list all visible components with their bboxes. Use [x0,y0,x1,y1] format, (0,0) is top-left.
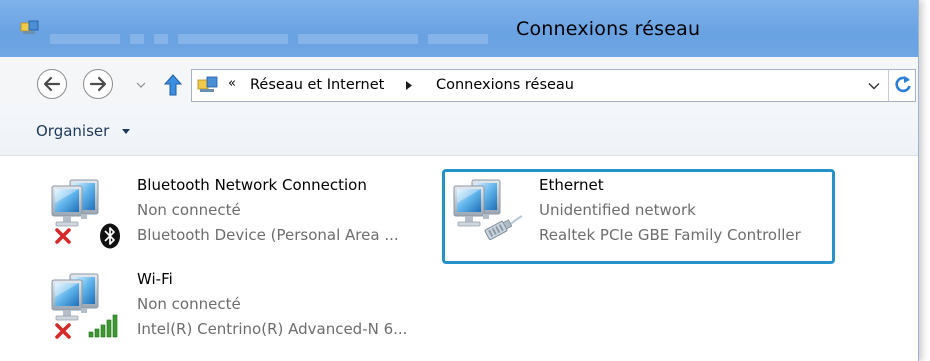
breadcrumb-overflow-button[interactable]: « [228,76,236,91]
connection-name: Wi-Fi [137,270,173,288]
connection-item-wifi[interactable]: Wi-Fi Non connecté Intel(R) Centrino(R) … [50,270,410,350]
disconnected-x-icon [55,228,71,244]
ethernet-cable-icon [484,215,523,241]
network-folder-icon[interactable] [20,20,40,36]
forward-arrow-icon [89,76,107,92]
refresh-icon[interactable] [894,75,912,95]
recent-locations-dropdown-icon[interactable] [136,80,146,90]
connection-device: Bluetooth Device (Personal Area ... [137,226,399,244]
back-arrow-icon [43,76,61,92]
forward-button[interactable] [83,69,113,99]
back-button[interactable] [37,69,67,99]
breadcrumb-item[interactable]: Connexions réseau [436,77,574,93]
navigation-bar: « Réseau et Internet Connexions réseau [0,57,918,105]
connection-name: Bluetooth Network Connection [137,176,367,194]
address-bar-divider [888,70,889,101]
connection-item-bluetooth[interactable]: Bluetooth Network Connection Non connect… [50,176,410,256]
connection-device: Intel(R) Centrino(R) Advanced-N 6... [137,320,408,338]
organize-dropdown-icon[interactable] [122,129,130,135]
title-bar[interactable]: Connexions réseau [0,0,918,57]
connection-status: Non connecté [137,201,241,219]
title-bar-ghost-path [50,28,498,47]
network-folder-icon [197,76,218,92]
connection-status: Unidentified network [539,201,696,219]
bluetooth-network-icon [50,176,102,232]
connection-device: Realtek PCIe GBE Family Controller [539,226,801,244]
network-connections-window: Connexions réseau « Réseau et Internet C… [0,0,919,361]
connection-status: Non connecté [137,295,241,313]
bluetooth-icon [100,223,120,249]
address-bar[interactable]: « Réseau et Internet Connexions réseau [191,69,916,102]
wifi-signal-bars-icon [88,314,118,338]
connection-name: Ethernet [539,176,604,194]
organize-button[interactable]: Organiser [36,122,109,140]
address-history-dropdown-icon[interactable] [868,82,880,90]
breadcrumb-item[interactable]: Réseau et Internet [250,77,384,93]
up-level-icon[interactable] [164,74,182,96]
window-title: Connexions réseau [516,18,701,40]
disconnected-x-icon [55,323,71,339]
command-bar: Organiser [0,105,918,156]
breadcrumb-separator-icon[interactable] [405,80,413,91]
connection-item-ethernet[interactable]: Ethernet Unidentified network Realtek PC… [452,176,830,256]
